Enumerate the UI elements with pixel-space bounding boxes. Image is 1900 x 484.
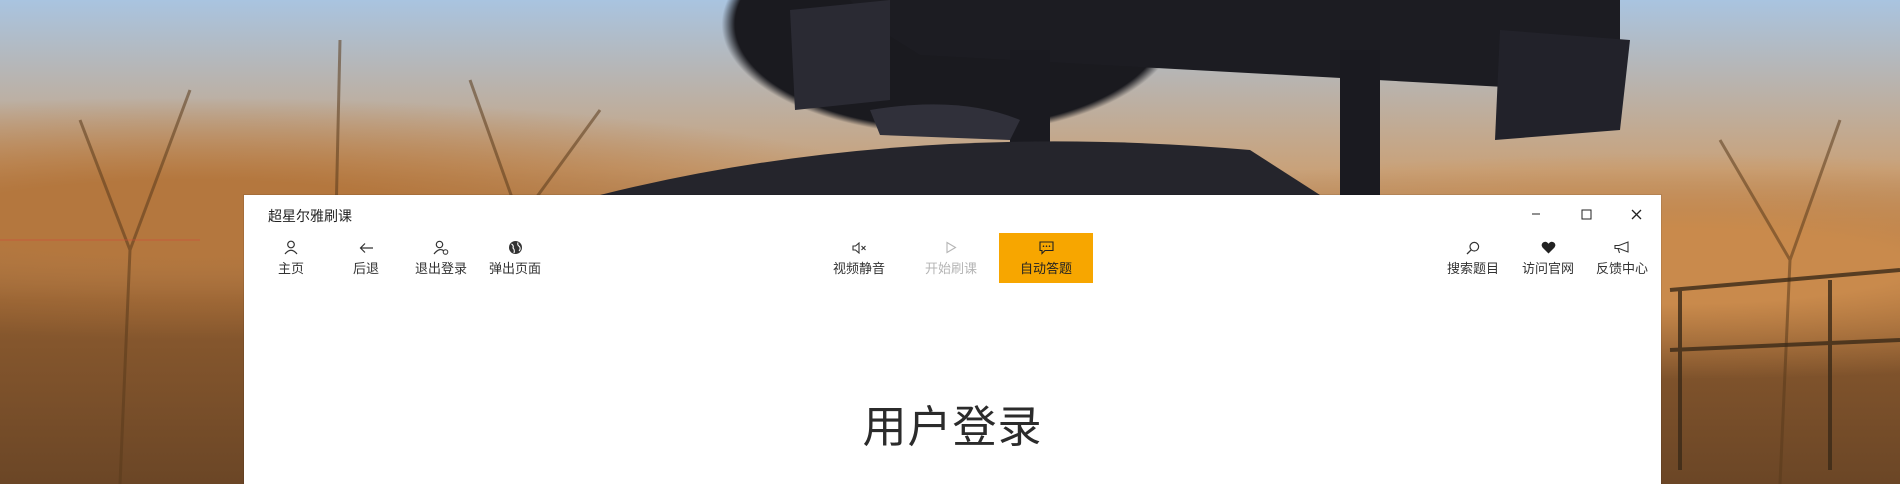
start-course-label: 开始刷课 xyxy=(924,261,977,277)
back-button[interactable]: 后退 xyxy=(331,233,401,283)
back-label: 后退 xyxy=(352,261,379,277)
title-bar: 超星尔雅刷课 xyxy=(244,195,1661,233)
user-icon xyxy=(283,240,299,256)
feedback-center-button[interactable]: 反馈中心 xyxy=(1587,233,1657,283)
heart-icon xyxy=(1540,240,1556,256)
page-title: 用户登录 xyxy=(862,402,1043,453)
visit-website-button[interactable]: 访问官网 xyxy=(1513,233,1583,283)
globe-icon xyxy=(507,240,523,256)
close-button[interactable] xyxy=(1611,195,1661,233)
app-title: 超星尔雅刷课 xyxy=(268,209,352,225)
visit-website-label: 访问官网 xyxy=(1521,261,1574,277)
arrow-left-icon xyxy=(358,240,374,256)
logout-label: 退出登录 xyxy=(414,261,467,277)
auto-answer-button[interactable]: 自动答题 xyxy=(999,233,1093,283)
app-window: 超星尔雅刷课 主页 后退 退出登录 弹出页面 视频静音 开始刷课 自动答题 搜索… xyxy=(244,195,1661,484)
auto-answer-label: 自动答题 xyxy=(1019,261,1072,277)
mute-video-button[interactable]: 视频静音 xyxy=(824,233,894,283)
home-label: 主页 xyxy=(277,261,304,277)
popup-page-button[interactable]: 弹出页面 xyxy=(480,233,550,283)
maximize-button[interactable] xyxy=(1561,195,1611,233)
home-button[interactable]: 主页 xyxy=(256,233,326,283)
close-icon xyxy=(1631,209,1641,219)
logout-button[interactable]: 退出登录 xyxy=(406,233,476,283)
search-question-button[interactable]: 搜索题目 xyxy=(1438,233,1508,283)
minimize-icon xyxy=(1532,213,1540,215)
toolbar: 主页 后退 退出登录 弹出页面 视频静音 开始刷课 自动答题 搜索题目 访问官网… xyxy=(244,233,1661,285)
play-icon xyxy=(943,240,959,256)
search-question-label: 搜索题目 xyxy=(1446,261,1499,277)
user-logout-icon xyxy=(433,240,449,256)
mute-video-label: 视频静音 xyxy=(832,261,885,277)
popup-page-label: 弹出页面 xyxy=(488,261,541,277)
feedback-center-label: 反馈中心 xyxy=(1595,261,1648,277)
megaphone-icon xyxy=(1614,240,1630,256)
start-course-button[interactable]: 开始刷课 xyxy=(916,233,986,283)
window-controls xyxy=(1511,195,1661,233)
chat-icon xyxy=(1038,240,1054,256)
search-icon xyxy=(1465,240,1481,256)
maximize-icon xyxy=(1581,209,1591,219)
minimize-button[interactable] xyxy=(1511,195,1561,233)
mute-icon xyxy=(851,240,867,256)
